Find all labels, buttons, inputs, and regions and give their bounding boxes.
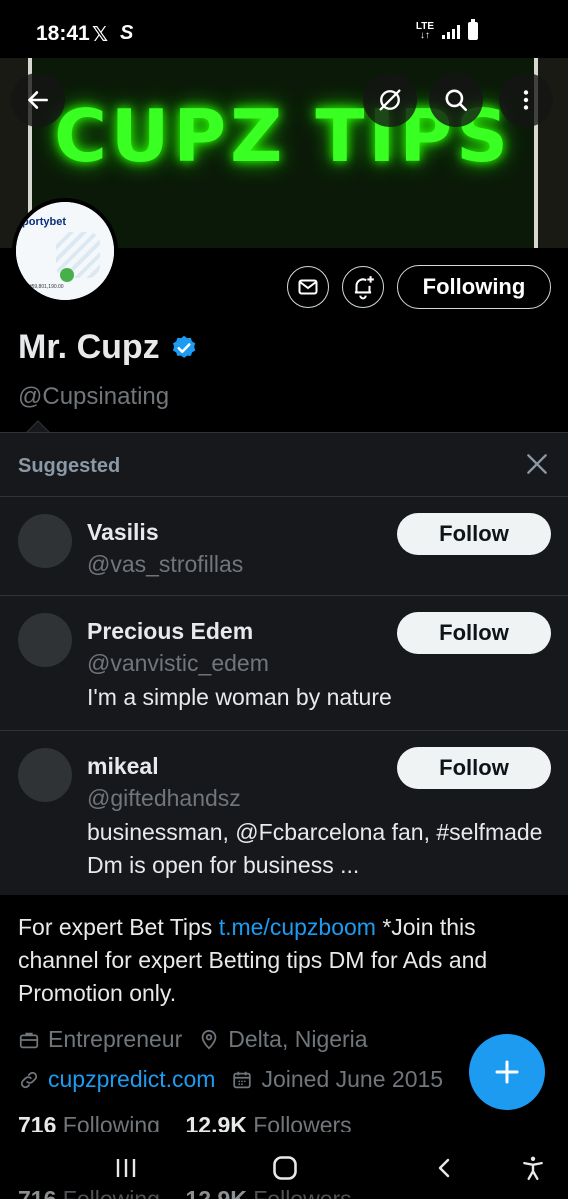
recent-apps-icon	[116, 1159, 136, 1177]
chevron-left-icon	[438, 1158, 450, 1178]
suggested-avatar[interactable]	[18, 748, 72, 802]
s-app-icon: S	[120, 22, 134, 44]
followers-count-label[interactable]: Followers	[253, 1112, 351, 1132]
following-count[interactable]: 716	[18, 1112, 56, 1132]
briefcase-icon	[19, 1032, 39, 1048]
back-button[interactable]	[11, 73, 65, 127]
following-button[interactable]: Following	[397, 265, 551, 309]
suggested-title: Suggested	[18, 455, 121, 477]
avatar-image: portybet ₦59,801,190.00	[16, 202, 114, 300]
suggested-handle: @giftedhandsz	[87, 785, 241, 811]
suggested-name: Precious Edem	[87, 618, 254, 644]
more-vertical-icon	[523, 90, 529, 110]
search-icon	[445, 89, 468, 112]
follow-button[interactable]: Follow	[397, 612, 551, 654]
suggested-handle: @vas_strofillas	[87, 551, 244, 577]
profile-meta-row: Entrepreneur Delta, Nigeria	[18, 1026, 384, 1053]
more-options-button[interactable]	[499, 73, 553, 127]
mail-icon	[298, 279, 318, 295]
plus-icon	[495, 1060, 519, 1084]
recent-apps-button[interactable]	[106, 1152, 146, 1184]
bio-link[interactable]: t.me/cupzboom	[219, 914, 376, 940]
verified-badge-icon	[172, 335, 195, 358]
close-suggested-button[interactable]	[524, 451, 550, 477]
suggested-panel: Suggested Vasilis @vas_strofillas Follow…	[0, 432, 568, 895]
status-time: 18:41	[36, 22, 90, 45]
compose-button[interactable]	[469, 1034, 545, 1110]
bio-text-start: For expert Bet Tips	[18, 914, 219, 940]
avatar-brand-text: portybet	[22, 216, 66, 228]
follow-counts-ghost: 716 Following 12.9K Followers	[18, 1186, 352, 1199]
suggested-avatar[interactable]	[18, 613, 72, 667]
battery-icon	[468, 19, 478, 40]
profile-handle: @Cupsinating	[18, 383, 170, 410]
lte-indicator: LTE ↓↑	[416, 22, 434, 41]
profession-item: Entrepreneur	[18, 1026, 182, 1053]
suggested-handle: @vanvistic_edem	[87, 650, 269, 676]
website-link[interactable]: cupzpredict.com	[48, 1066, 215, 1093]
website-item[interactable]: cupzpredict.com	[18, 1066, 215, 1093]
accessibility-button[interactable]	[513, 1152, 553, 1184]
profile-meta-row-2: cupzpredict.com Joined June 2015	[18, 1066, 459, 1093]
status-bar: 18:41 𝕏 S LTE ↓↑	[0, 0, 568, 62]
calendar-icon	[233, 1071, 252, 1088]
home-button[interactable]	[265, 1152, 305, 1184]
location-pin-icon	[201, 1029, 217, 1049]
follow-counts: 716 Following 12.9K Followers	[18, 1112, 352, 1132]
signal-icon	[442, 23, 460, 39]
message-button[interactable]	[287, 266, 329, 308]
link-icon	[20, 1071, 38, 1088]
following-count-label[interactable]: Following	[63, 1112, 160, 1132]
suggested-bio: businessman, @Fcbarcelona fan, #selfmade…	[87, 819, 543, 878]
suggested-bio: I'm a simple woman by nature	[87, 684, 392, 710]
status-indicators: LTE ↓↑	[416, 19, 478, 41]
bell-plus-icon	[354, 276, 374, 300]
grok-button[interactable]	[363, 73, 417, 127]
notifications-button[interactable]	[342, 266, 384, 308]
location-text: Delta, Nigeria	[228, 1026, 368, 1052]
location-item: Delta, Nigeria	[198, 1026, 368, 1053]
suggested-name: Vasilis	[87, 519, 159, 545]
search-button[interactable]	[429, 73, 483, 127]
arrow-left-icon	[28, 91, 48, 109]
x-app-icon: 𝕏	[92, 24, 109, 46]
joined-item: Joined June 2015	[231, 1066, 443, 1093]
profile-name-row: Mr. Cupz	[18, 328, 198, 367]
network-arrows: ↓↑	[419, 30, 430, 41]
profile-avatar[interactable]: portybet ₦59,801,190.00	[12, 198, 118, 304]
avatar-caption: ₦59,801,190.00	[28, 284, 64, 290]
grok-icon	[379, 89, 401, 111]
follow-button[interactable]: Follow	[397, 747, 551, 789]
suggested-name: mikeal	[87, 753, 159, 779]
suggested-avatar[interactable]	[18, 514, 72, 568]
profile-display-name: Mr. Cupz	[18, 328, 160, 366]
suggested-user-row[interactable]: Vasilis @vas_strofillas Follow	[0, 496, 568, 595]
follow-button[interactable]: Follow	[397, 513, 551, 555]
home-icon	[273, 1156, 297, 1180]
suggested-user-row[interactable]: Precious Edem @vanvistic_edem I'm a simp…	[0, 595, 568, 730]
suggested-user-row[interactable]: mikeal @giftedhandsz businessman, @Fcbar…	[0, 730, 568, 896]
close-icon	[527, 454, 547, 474]
back-nav-button[interactable]	[425, 1152, 465, 1184]
followers-count[interactable]: 12.9K	[185, 1112, 246, 1132]
profession-text: Entrepreneur	[48, 1026, 183, 1052]
accessibility-icon	[523, 1156, 543, 1181]
system-navigation-bar: 716 Following 12.9K Followers	[0, 1132, 568, 1199]
joined-text: Joined June 2015	[261, 1066, 444, 1092]
profile-bio: For expert Bet Tips t.me/cupzboom *Join …	[18, 911, 553, 1010]
